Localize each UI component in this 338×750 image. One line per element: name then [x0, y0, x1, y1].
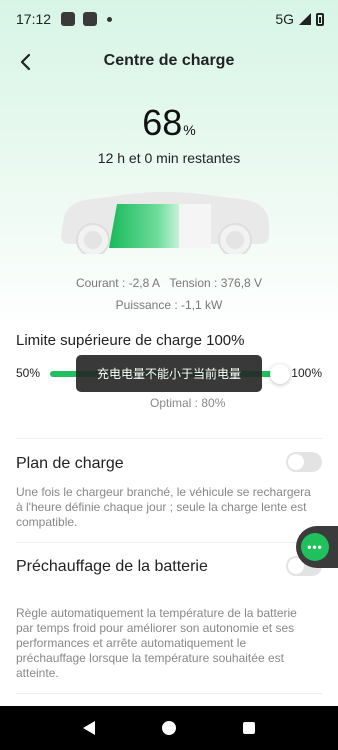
remaining-time: 12 h et 0 min restantes [97, 150, 241, 166]
car-battery-illustration [61, 192, 269, 254]
signal-icon [299, 13, 311, 25]
divider [16, 438, 322, 439]
charge-metrics: Courant : -2,8 A Tension : 376,8 V [0, 276, 338, 290]
network-label: 5G [275, 11, 294, 27]
slider-max-label: 100% [291, 366, 322, 380]
charge-limit-title: Limite supérieure de charge 100% [16, 332, 245, 349]
charge-plan-toggle[interactable] [286, 452, 322, 472]
nav-back-icon[interactable] [83, 721, 96, 735]
battery-charging-icon [316, 12, 324, 26]
battery-preheat-title: Préchauffage de la batterie [16, 558, 208, 575]
slider-min-label: 50% [16, 366, 41, 380]
dot-icon [107, 16, 113, 22]
current-value: Courant : -2,8 A [75, 276, 160, 290]
soc-display: 68% [0, 102, 338, 144]
nav-home-icon[interactable] [161, 721, 176, 735]
soc-unit: % [183, 122, 196, 138]
charge-plan-title: Plan de charge [16, 455, 124, 472]
charge-plan-description: Une fois le chargeur branché, le véhicul… [16, 485, 311, 529]
status-time: 17:12 [16, 11, 52, 27]
soc-value: 68 [142, 102, 183, 143]
slider-thumb[interactable] [270, 364, 290, 384]
notification-icon [61, 12, 76, 26]
system-nav-bar [0, 706, 338, 750]
floating-assistant-button[interactable]: ••• [296, 526, 338, 568]
status-bar: 17:12 5G [0, 0, 338, 38]
more-icon: ••• [301, 533, 329, 561]
battery-preheat-description: Règle automatiquement la température de … [16, 606, 297, 680]
power-value: Puissance : -1,1 kW [115, 298, 223, 312]
toast-message: 充电电量不能小于当前电量 [76, 355, 262, 392]
battery-level-fill [109, 204, 179, 248]
notification-icon [83, 12, 98, 26]
page-title: Centre de charge [103, 52, 235, 69]
status-right: 5G [275, 11, 324, 27]
header: Centre de charge [0, 44, 338, 80]
divider [16, 693, 322, 694]
optimal-label: Optimal : 80% [150, 396, 226, 410]
nav-recents-icon[interactable] [242, 722, 255, 734]
divider [16, 542, 322, 543]
voltage-value: Tension : 376,8 V [169, 276, 263, 290]
